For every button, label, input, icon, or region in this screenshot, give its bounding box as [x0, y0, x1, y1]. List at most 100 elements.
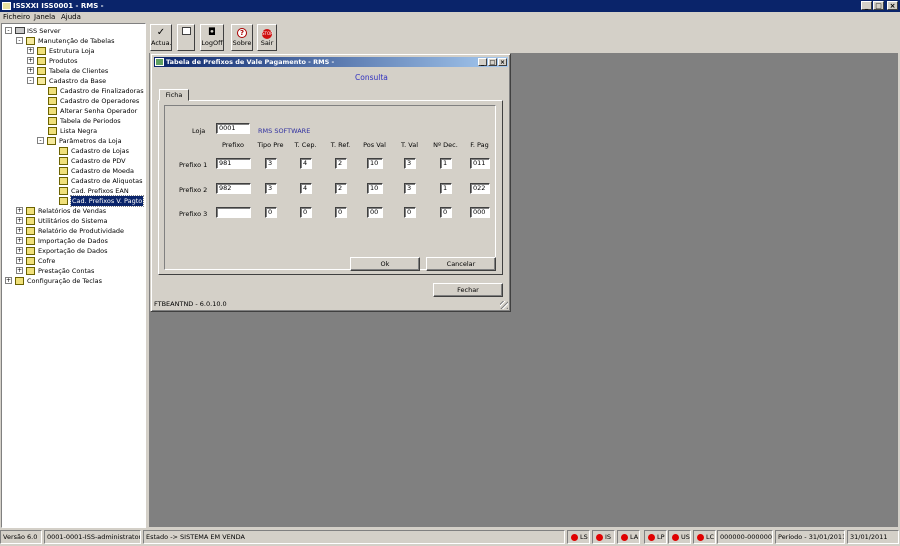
- expand-icon[interactable]: +: [27, 67, 34, 74]
- t-ref-field[interactable]: 2: [335, 183, 347, 194]
- menu-ajuda[interactable]: Ajuda: [61, 12, 81, 23]
- folder-icon: [26, 267, 35, 275]
- form-icon: [178, 27, 194, 39]
- cancel-button[interactable]: Cancelar: [426, 257, 496, 271]
- tree-item[interactable]: - Parâmetros da Loja: [2, 136, 145, 146]
- dialog-close-button[interactable]: ×: [498, 58, 507, 66]
- collapse-icon[interactable]: -: [16, 37, 23, 44]
- t-ref-field[interactable]: 0: [335, 207, 347, 218]
- t-val-field[interactable]: 3: [404, 158, 416, 169]
- tree-item[interactable]: + Relatório de Produtividade: [2, 226, 145, 236]
- tree-item[interactable]: - Cadastro da Base: [2, 76, 145, 86]
- tree-item[interactable]: + Configuração de Teclas: [2, 276, 145, 286]
- tree-item[interactable]: + Produtos: [2, 56, 145, 66]
- actua-button[interactable]: ✓ Actua.: [150, 24, 172, 51]
- tree-item-label: Utilitários do Sistema: [38, 217, 108, 225]
- tree-item[interactable]: Lista Negra: [2, 126, 145, 136]
- t-cep-field[interactable]: 0: [300, 207, 312, 218]
- loja-input[interactable]: 0001: [216, 123, 250, 134]
- pos-val-field[interactable]: 10: [367, 183, 383, 194]
- tree-item[interactable]: + Importação de Dados: [2, 236, 145, 246]
- tree-item[interactable]: - Manutenção de Tabelas: [2, 36, 145, 46]
- tree-item-label: Configuração de Teclas: [27, 277, 103, 285]
- form-button[interactable]: [177, 24, 195, 51]
- expand-icon[interactable]: +: [16, 247, 23, 254]
- minimize-button[interactable]: _: [861, 1, 872, 10]
- tree-item-label: Parâmetros da Loja: [59, 137, 122, 145]
- prefixo-field[interactable]: 982: [216, 183, 251, 194]
- tree-item-label: Cadastro de Finalizadoras: [60, 87, 144, 95]
- folder-open-icon: [37, 77, 46, 85]
- status-bar: Versão 6.0 0001-0001-ISS-administrator E…: [0, 529, 900, 545]
- tree-item[interactable]: + Prestação Contas: [2, 266, 145, 276]
- tree-item[interactable]: + Relatórios de Vendas: [2, 206, 145, 216]
- t-cep-field[interactable]: 4: [300, 183, 312, 194]
- f-pag-field[interactable]: 000: [470, 207, 490, 218]
- expand-icon[interactable]: +: [27, 47, 34, 54]
- dialog-minimize-button[interactable]: _: [478, 58, 487, 66]
- pos-val-field[interactable]: 00: [367, 207, 383, 218]
- expand-icon[interactable]: +: [27, 57, 34, 64]
- resize-grip-icon[interactable]: [500, 301, 508, 309]
- tree-item[interactable]: + Utilitários do Sistema: [2, 216, 145, 226]
- t-val-field[interactable]: 3: [404, 183, 416, 194]
- expand-icon[interactable]: +: [16, 237, 23, 244]
- t-ref-field[interactable]: 2: [335, 158, 347, 169]
- tree-item[interactable]: Cadastro de Lojas: [2, 146, 145, 156]
- tree-item[interactable]: + Exportação de Dados: [2, 246, 145, 256]
- expand-icon[interactable]: +: [16, 227, 23, 234]
- close-button[interactable]: ×: [887, 1, 898, 10]
- expand-icon[interactable]: +: [5, 277, 12, 284]
- tree-item[interactable]: + Tabela de Clientes: [2, 66, 145, 76]
- collapse-icon[interactable]: -: [5, 27, 12, 34]
- menu-ficheiro[interactable]: Ficheiro: [3, 12, 30, 23]
- logoff-button[interactable]: ◘ LogOff: [200, 24, 224, 51]
- loja-name: RMS SOFTWARE: [258, 127, 311, 135]
- menu-janela[interactable]: Janela: [34, 12, 55, 23]
- tree-item[interactable]: Cadastro de Operadores: [2, 96, 145, 106]
- tree-item[interactable]: Alterar Senha Operador: [2, 106, 145, 116]
- f-pag-field[interactable]: 022: [470, 183, 490, 194]
- document-folder-icon: [48, 97, 57, 105]
- sair-button[interactable]: STOP Sair: [257, 24, 277, 51]
- sobre-button[interactable]: ? Sobre: [231, 24, 253, 51]
- collapse-icon[interactable]: -: [27, 77, 34, 84]
- tree-item-label: Cadastro de Moeda: [71, 167, 135, 175]
- tree-item[interactable]: Cad. Prefixos V. Pagto: [2, 195, 145, 207]
- collapse-icon[interactable]: -: [37, 137, 44, 144]
- pos-val-field[interactable]: 10: [367, 158, 383, 169]
- status-indicator-label: IS: [605, 533, 612, 541]
- prefixo-field[interactable]: [216, 207, 251, 218]
- tree-item[interactable]: + Cofre: [2, 256, 145, 266]
- n-dec-field[interactable]: 1: [440, 183, 452, 194]
- tree-item[interactable]: Cadastro de PDV: [2, 156, 145, 166]
- sobre-label: Sobre: [232, 39, 252, 47]
- dialog-maximize-button[interactable]: □: [488, 58, 497, 66]
- t-val-field[interactable]: 0: [404, 207, 416, 218]
- ok-button[interactable]: Ok: [350, 257, 420, 271]
- tipo-pre-field[interactable]: 0: [265, 207, 277, 218]
- tree-item[interactable]: Cadastro de Finalizadoras: [2, 86, 145, 96]
- expand-icon[interactable]: +: [16, 217, 23, 224]
- tree-item[interactable]: Cadastro de Moeda: [2, 166, 145, 176]
- expand-icon[interactable]: +: [16, 267, 23, 274]
- expand-icon[interactable]: +: [16, 257, 23, 264]
- tree-item[interactable]: Cadastro de Aliquotas: [2, 176, 145, 186]
- tab-ficha[interactable]: Ficha: [159, 89, 189, 101]
- n-dec-field[interactable]: 0: [440, 207, 452, 218]
- fechar-button[interactable]: Fechar: [433, 283, 503, 297]
- tree-item[interactable]: - ISS Server: [2, 26, 145, 36]
- tree-item[interactable]: Cad. Prefixos EAN: [2, 186, 145, 196]
- tipo-pre-field[interactable]: 3: [265, 183, 277, 194]
- folder-icon: [26, 217, 35, 225]
- t-cep-field[interactable]: 4: [300, 158, 312, 169]
- expand-icon[interactable]: +: [16, 207, 23, 214]
- prefixo-field[interactable]: 981: [216, 158, 251, 169]
- f-pag-field[interactable]: 011: [470, 158, 490, 169]
- tree-item[interactable]: + Estrutura Loja: [2, 46, 145, 56]
- n-dec-field[interactable]: 1: [440, 158, 452, 169]
- tree-item[interactable]: Tabela de Periodos: [2, 116, 145, 126]
- navigation-tree[interactable]: - ISS Server - Manutenção de Tabelas + Estrut…: [1, 23, 146, 528]
- tipo-pre-field[interactable]: 3: [265, 158, 277, 169]
- maximize-button[interactable]: □: [873, 1, 884, 10]
